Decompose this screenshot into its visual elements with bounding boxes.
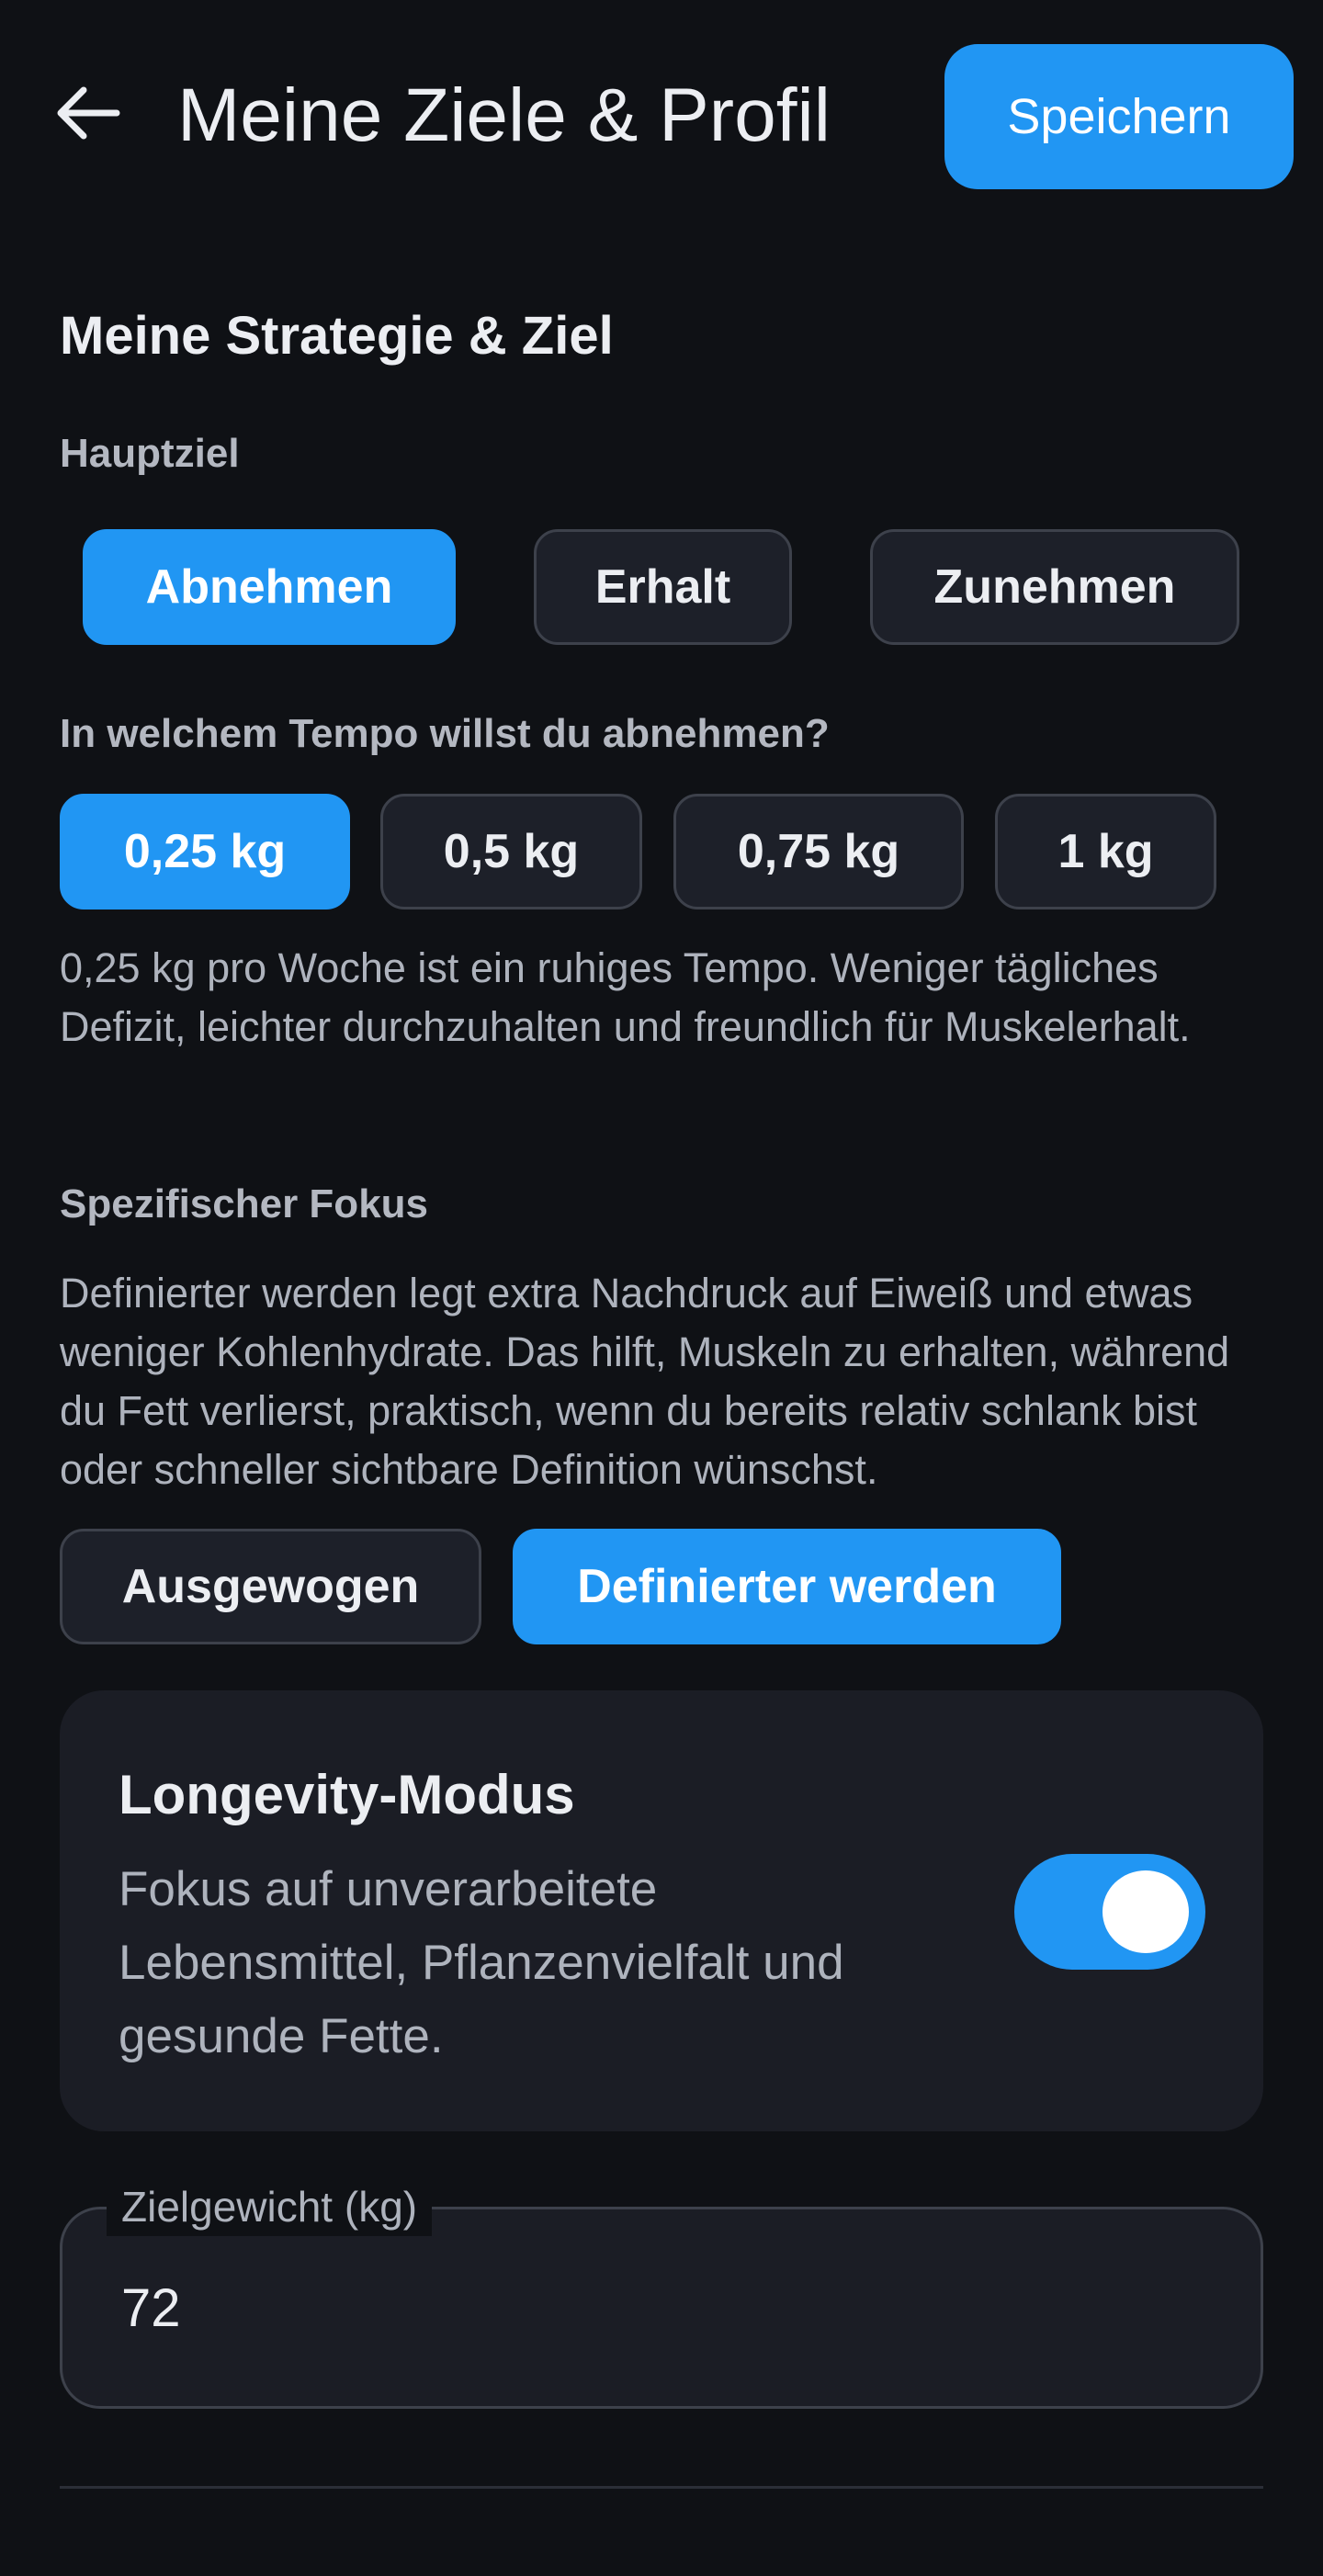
tempo-option-0-25[interactable]: 0,25 kg <box>60 794 350 910</box>
focus-option-ausgewogen[interactable]: Ausgewogen <box>60 1529 481 1644</box>
toggle-knob <box>1102 1870 1189 1953</box>
focus-label: Spezifischer Fokus <box>60 1181 429 1226</box>
longevity-title: Longevity-Modus <box>119 1764 575 1825</box>
arrow-left-icon <box>54 85 120 146</box>
longevity-description: Fokus auf unverarbeitete Lebensmittel, P… <box>119 1862 844 2063</box>
page-title: Meine Ziele & Profil <box>177 73 831 157</box>
goal-option-erhalt[interactable]: Erhalt <box>534 529 792 645</box>
goal-option-zunehmen[interactable]: Zunehmen <box>870 529 1239 645</box>
focus-option-definierter-werden[interactable]: Definierter werden <box>513 1529 1061 1644</box>
target-weight-input[interactable] <box>121 2269 1205 2346</box>
goal-option-abnehmen[interactable]: Abnehmen <box>83 529 456 645</box>
tempo-option-0-5[interactable]: 0,5 kg <box>380 794 642 910</box>
divider <box>60 2486 1263 2489</box>
back-button[interactable] <box>48 75 127 154</box>
section-title: Meine Strategie & Ziel <box>60 306 614 366</box>
focus-description: Definierter werden legt extra Nachdruck … <box>60 1270 1230 1493</box>
tempo-question: In welchem Tempo willst du abnehmen? <box>60 711 830 756</box>
save-button[interactable]: Speichern <box>944 44 1294 189</box>
target-weight-label: Zielgewicht (kg) <box>107 2177 433 2236</box>
tempo-option-1[interactable]: 1 kg <box>995 794 1216 910</box>
tempo-description: 0,25 kg pro Woche ist ein ruhiges Tempo.… <box>60 944 1191 1050</box>
main-goal-label: Hauptziel <box>60 431 240 476</box>
tempo-option-0-75[interactable]: 0,75 kg <box>673 794 964 910</box>
